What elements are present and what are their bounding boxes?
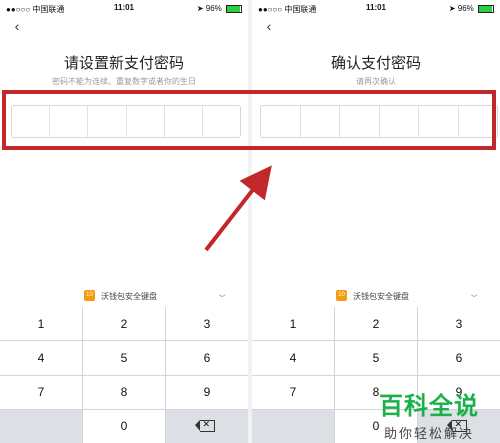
pin-cell bbox=[12, 106, 51, 137]
page-title: 请设置新支付密码 bbox=[63, 55, 184, 72]
key-3[interactable]: 3 bbox=[418, 307, 500, 341]
key-blank bbox=[0, 409, 82, 443]
key-0[interactable]: 0 bbox=[83, 409, 165, 443]
pin-cell bbox=[380, 106, 419, 137]
pin-cell bbox=[88, 106, 127, 137]
battery-label: 96% bbox=[457, 4, 474, 13]
key-4[interactable]: 4 bbox=[252, 341, 334, 375]
pin-cell bbox=[301, 106, 340, 137]
pin-input[interactable] bbox=[11, 105, 241, 138]
battery-label: 96% bbox=[205, 4, 222, 13]
pin-cell bbox=[127, 106, 165, 137]
back-button[interactable]: ‹ bbox=[262, 18, 276, 34]
chevron-left-icon: ‹ bbox=[14, 18, 20, 34]
location-icon: ➤ bbox=[448, 4, 456, 13]
key-2[interactable]: 2 bbox=[83, 307, 165, 341]
battery-icon bbox=[478, 4, 494, 13]
key-6[interactable]: 6 bbox=[166, 341, 248, 375]
chevron-left-icon: ‹ bbox=[266, 18, 272, 34]
key-3[interactable]: 3 bbox=[166, 307, 248, 341]
page-subtitle: 密码不能为连续、重复数字或者你的生日 bbox=[52, 77, 196, 86]
status-right: ➤ 96% bbox=[449, 4, 494, 13]
key-5[interactable]: 5 bbox=[335, 341, 417, 375]
pin-input[interactable] bbox=[260, 105, 498, 138]
keyboard-label: 沃钱包安全键盘 bbox=[101, 292, 157, 301]
pin-cell bbox=[459, 106, 498, 137]
page-subtitle: 请再次确认 bbox=[356, 77, 396, 86]
watermark: 百科全说 助你轻松解决 bbox=[370, 386, 488, 441]
watermark-title: 百科全说 bbox=[379, 393, 479, 420]
pin-cell bbox=[261, 106, 301, 137]
key-9[interactable]: 9 bbox=[166, 375, 248, 409]
wallet-logo-icon: 10 bbox=[84, 290, 95, 301]
key-2[interactable]: 2 bbox=[335, 307, 417, 341]
key-1[interactable]: 1 bbox=[252, 307, 334, 341]
key-blank bbox=[252, 409, 334, 443]
key-6[interactable]: 6 bbox=[418, 341, 500, 375]
key-5[interactable]: 5 bbox=[83, 341, 165, 375]
key-1[interactable]: 1 bbox=[0, 307, 82, 341]
pin-cell bbox=[203, 106, 240, 137]
pin-cell bbox=[165, 106, 203, 137]
key-7[interactable]: 7 bbox=[252, 375, 334, 409]
number-keypad: 1 2 3 4 5 6 7 8 9 0 ✕ bbox=[0, 307, 248, 443]
backspace-icon: ✕ bbox=[194, 419, 215, 433]
collapse-keyboard-icon[interactable]: ⌄ bbox=[215, 289, 228, 300]
pin-cell bbox=[50, 106, 89, 137]
keyboard-header: 10 沃钱包安全键盘 ⌄ bbox=[252, 285, 500, 307]
keyboard-label: 沃钱包安全键盘 bbox=[353, 292, 409, 301]
keyboard-header: 10 沃钱包安全键盘 ⌄ bbox=[0, 285, 248, 307]
page-title: 确认支付密码 bbox=[330, 55, 421, 72]
key-8[interactable]: 8 bbox=[83, 375, 165, 409]
wallet-logo-icon: 10 bbox=[336, 290, 347, 301]
pin-cell bbox=[419, 106, 459, 137]
collapse-keyboard-icon[interactable]: ⌄ bbox=[467, 289, 480, 300]
watermark-subtitle: 助你轻松解决 bbox=[383, 426, 474, 441]
key-4[interactable]: 4 bbox=[0, 341, 82, 375]
status-bar: ●●○○○ 中国联通 11:01 ➤ 96% bbox=[252, 0, 500, 16]
left-panel: ●●○○○ 中国联通 11:01 ➤ 96% ‹ 请设置新支付密码 密码不能为连… bbox=[0, 0, 248, 443]
key-7[interactable]: 7 bbox=[0, 375, 82, 409]
right-panel: ●●○○○ 中国联通 11:01 ➤ 96% ‹ 确认支付密码 请再次确认 10… bbox=[252, 0, 500, 443]
pin-cell bbox=[340, 106, 380, 137]
delete-key[interactable]: ✕ bbox=[166, 409, 248, 443]
battery-icon bbox=[226, 4, 242, 13]
location-icon: ➤ bbox=[196, 4, 204, 13]
back-button[interactable]: ‹ bbox=[10, 18, 24, 34]
status-bar: ●●○○○ 中国联通 11:01 ➤ 96% bbox=[0, 0, 248, 16]
status-right: ➤ 96% bbox=[197, 4, 242, 13]
